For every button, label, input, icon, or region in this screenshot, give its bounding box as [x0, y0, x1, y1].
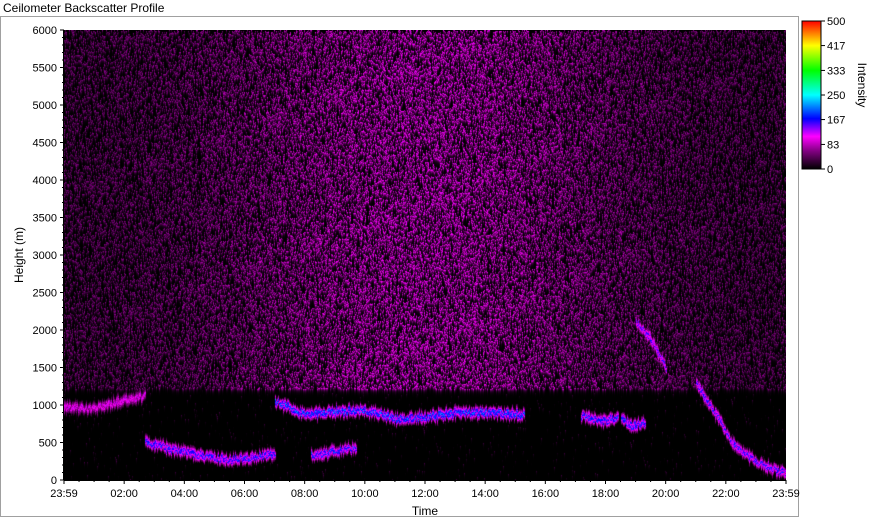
y-tick-label: 1000	[33, 400, 57, 412]
x-tick-label: 14:00	[471, 488, 499, 500]
y-tick-label: 4000	[33, 175, 57, 187]
backscatter-chart: 0500100015002000250030003500400045005000…	[12, 16, 869, 518]
backscatter-heatmap	[64, 30, 786, 480]
y-tick-label: 1500	[33, 363, 57, 375]
x-tick-label: 23:59	[772, 488, 800, 500]
x-axis-title: Time	[412, 504, 439, 518]
x-tick-label: 12:00	[411, 488, 439, 500]
x-tick-label: 18:00	[592, 488, 620, 500]
y-tick-label: 2500	[33, 288, 57, 300]
x-tick-label: 04:00	[171, 488, 199, 500]
x-tick-label: 20:00	[652, 488, 680, 500]
x-tick-label: 10:00	[351, 488, 379, 500]
colorbar-scale	[801, 20, 822, 170]
x-tick-label: 23:59	[50, 488, 78, 500]
colorbar-tick-label: 167	[827, 115, 845, 127]
y-tick-label: 4500	[33, 138, 57, 150]
colorbar-title: Intensity	[855, 63, 869, 108]
colorbar-tick-label: 500	[827, 16, 845, 28]
y-tick-label: 0	[51, 475, 57, 487]
colorbar-tick-label: 333	[827, 65, 845, 77]
y-tick-label: 3500	[33, 213, 57, 225]
plot-area	[64, 30, 786, 480]
y-tick-label: 2000	[33, 325, 57, 337]
y-tick-label: 5500	[33, 63, 57, 75]
colorbar-tick-label: 250	[827, 90, 845, 102]
colorbar-tick-label: 417	[827, 41, 845, 53]
y-tick-label: 6000	[33, 25, 57, 37]
x-tick-label: 06:00	[231, 488, 259, 500]
y-tick-label: 500	[39, 438, 57, 450]
x-tick-label: 16:00	[532, 488, 560, 500]
y-tick-label: 3000	[33, 250, 57, 262]
y-tick-label: 5000	[33, 100, 57, 112]
x-tick-label: 02:00	[110, 488, 138, 500]
y-axis: 0 500 1000 1500 2000 2500 3000 3500 4000 4500 5000…	[12, 25, 64, 487]
x-tick-label: 08:00	[291, 488, 319, 500]
colorbar: 500 417 333 250 167 83 0 Intensity	[801, 16, 869, 176]
y-axis-title: Height (m)	[12, 227, 26, 283]
colorbar-tick-label: 83	[827, 139, 839, 151]
colorbar-tick-label: 0	[827, 164, 833, 176]
x-axis: 23:59 02:00 04:00 06:00 08:00 10:00 12:00 14:00…	[50, 480, 800, 518]
x-tick-label: 22:00	[712, 488, 740, 500]
